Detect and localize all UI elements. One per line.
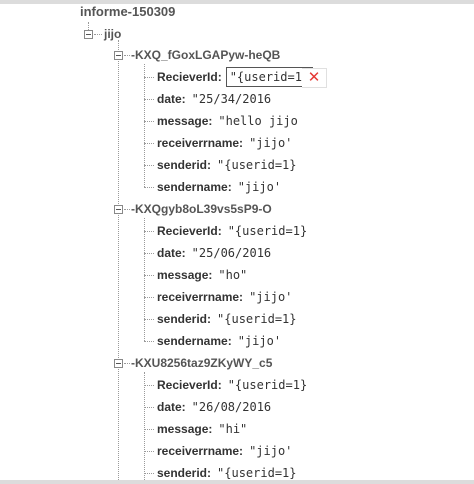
tree-line <box>124 209 130 210</box>
field-key: senderid: <box>157 466 212 480</box>
tree-line <box>144 218 145 341</box>
field-key: senderid: <box>157 158 212 172</box>
field-row[interactable]: receiverrname: "jijo' <box>157 287 292 307</box>
field-row[interactable]: message: "hello jijo <box>157 111 298 131</box>
field-key: senderid: <box>157 312 212 326</box>
tree-line <box>124 363 130 364</box>
root-node-label[interactable]: informe-150309 <box>80 2 175 22</box>
field-row[interactable]: date: "25/34/2016 <box>157 89 271 109</box>
field-key: message: <box>157 114 213 128</box>
field-key: sendername: <box>157 334 232 348</box>
field-key: receiverrname: <box>157 444 244 458</box>
field-value-editor[interactable]: "{userid=1} <box>225 67 314 87</box>
tree-line <box>144 407 154 408</box>
close-icon[interactable]: ✕ <box>302 68 327 88</box>
field-value: "{userid=1} <box>217 158 297 172</box>
field-row[interactable]: sendername: "jijo' <box>157 331 281 351</box>
field-row[interactable]: RecieverId: "{userid=1} <box>157 375 307 395</box>
field-value: "jijo' <box>237 334 282 348</box>
tree-line <box>144 341 154 342</box>
tree-line <box>144 275 154 276</box>
field-value: "{userid=1} <box>227 224 308 238</box>
top-border <box>0 0 474 4</box>
tree-line <box>144 451 154 452</box>
tree-line <box>94 34 102 35</box>
collapse-toggle-message-2[interactable] <box>114 205 123 214</box>
field-value: "{userid=1} <box>217 466 297 480</box>
field-key: RecieverId: <box>157 70 222 84</box>
tree-line <box>144 77 154 78</box>
field-row[interactable]: sendername: "jijo' <box>157 177 281 197</box>
field-key: date: <box>157 400 186 414</box>
tree-line <box>144 385 154 386</box>
tree-line <box>144 231 154 232</box>
tree-line <box>144 253 154 254</box>
field-row: RecieverId: "{userid=1} <box>157 67 314 87</box>
field-key: RecieverId: <box>157 224 222 238</box>
field-row[interactable]: receiverrname: "jijo' <box>157 441 292 461</box>
collapse-toggle-message-1[interactable] <box>114 51 123 60</box>
field-value: "ho" <box>218 268 248 282</box>
field-row[interactable]: date: "25/06/2016 <box>157 243 271 263</box>
field-key: message: <box>157 422 213 436</box>
tree-line <box>144 297 154 298</box>
tree-line <box>144 165 154 166</box>
field-key: sendername: <box>157 180 232 194</box>
field-key: date: <box>157 92 186 106</box>
collapse-toggle-message-3[interactable] <box>114 359 123 368</box>
tree-line <box>144 143 154 144</box>
tree-line <box>144 64 145 187</box>
field-value: "{userid=1} <box>217 312 297 326</box>
field-value: "jijo' <box>249 444 293 458</box>
tree-line <box>144 121 154 122</box>
bottom-border <box>0 480 474 484</box>
field-value-input[interactable]: "{userid=1} <box>230 70 309 84</box>
collapse-toggle-user[interactable] <box>84 30 93 39</box>
message-node-id[interactable]: -KXU8256taz9ZKyWY_c5 <box>131 353 272 373</box>
field-key: message: <box>157 268 213 282</box>
field-value: "25/06/2016 <box>191 246 272 260</box>
field-value: "25/34/2016 <box>191 92 272 106</box>
field-row[interactable]: message: "hi" <box>157 419 247 439</box>
message-node-id[interactable]: -KXQ_fGoxLGAPyw-heQB <box>131 45 280 65</box>
field-row[interactable]: RecieverId: "{userid=1} <box>157 221 307 241</box>
field-value: "26/08/2016 <box>191 400 272 414</box>
field-row[interactable]: date: "26/08/2016 <box>157 397 271 417</box>
tree-line <box>144 187 154 188</box>
field-value: "hello jijo <box>218 114 298 128</box>
field-row[interactable]: senderid: "{userid=1} <box>157 309 297 329</box>
field-row[interactable]: receiverrname: "jijo' <box>157 133 292 153</box>
field-value: "hi" <box>218 422 248 436</box>
field-value: "jijo' <box>249 136 293 150</box>
tree-line <box>144 99 154 100</box>
field-key: receiverrname: <box>157 290 244 304</box>
tree-line <box>144 429 154 430</box>
field-value: "{userid=1} <box>227 378 308 392</box>
field-row[interactable]: message: "ho" <box>157 265 247 285</box>
message-node-id[interactable]: -KXQgyb8oL39vs5sP9-O <box>131 199 272 219</box>
field-value: "jijo' <box>237 180 282 194</box>
tree-line <box>144 372 145 480</box>
field-key: receiverrname: <box>157 136 244 150</box>
field-row[interactable]: senderid: "{userid=1} <box>157 155 297 175</box>
field-key: RecieverId: <box>157 378 222 392</box>
field-key: date: <box>157 246 186 260</box>
tree-line <box>118 40 119 480</box>
tree-line <box>124 55 130 56</box>
tree-line <box>144 473 154 474</box>
field-value: "jijo' <box>249 290 293 304</box>
tree-line <box>144 319 154 320</box>
